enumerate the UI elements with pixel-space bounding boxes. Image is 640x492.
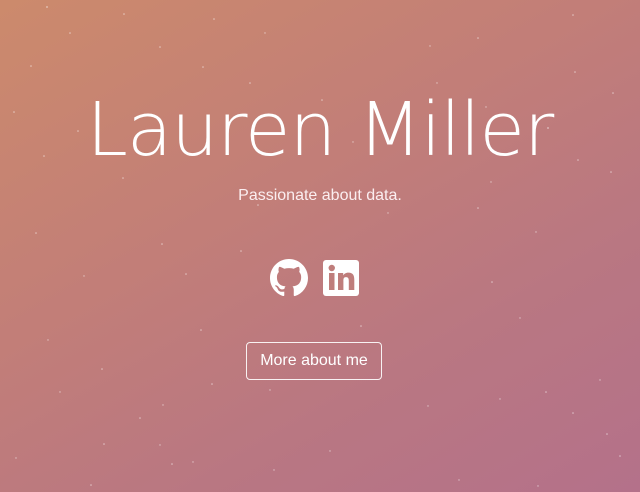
hero-tagline: Passionate about data. — [238, 187, 402, 204]
github-link[interactable] — [270, 259, 308, 297]
hero-name: Lauren Miller — [86, 87, 555, 173]
more-about-me-button[interactable]: More about me — [246, 342, 382, 380]
github-icon — [270, 259, 308, 297]
linkedin-link[interactable] — [322, 259, 360, 297]
social-links — [270, 259, 360, 299]
linkedin-icon — [323, 260, 359, 296]
hero-section: Lauren Miller Passionate about data. Mor… — [0, 0, 640, 492]
